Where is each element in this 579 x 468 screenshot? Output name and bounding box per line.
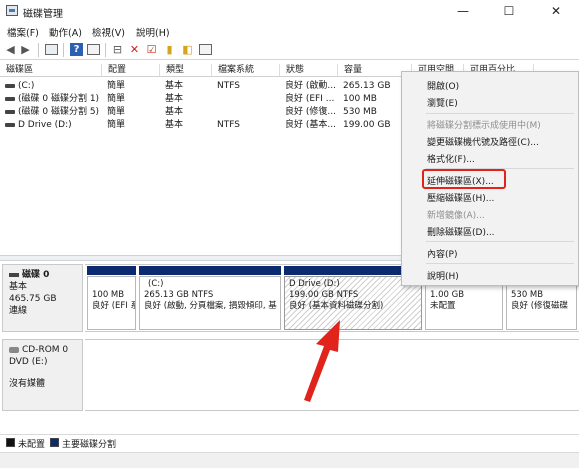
menu-bar	[0, 22, 579, 40]
menu-action[interactable]: 動作(A)	[49, 25, 82, 39]
column-header-filesystem[interactable]: 檔案系統	[212, 64, 280, 77]
status-bar	[0, 452, 579, 468]
extend-volume-highlight	[422, 169, 506, 189]
toolbar-divider	[38, 43, 39, 57]
table-cell: NTFS	[217, 120, 240, 130]
disk-management-app-icon	[6, 5, 18, 16]
help-icon[interactable]: ?	[70, 43, 83, 56]
search-folder-icon[interactable]: ◧	[181, 43, 194, 56]
table-cell: 簡單	[107, 94, 126, 104]
column-header-type[interactable]: 類型	[160, 64, 212, 77]
menu-separator	[426, 263, 574, 264]
forward-arrow-icon[interactable]: ▶	[19, 43, 32, 56]
partition-efi[interactable]: 100 MB 良好 (EFI 系	[87, 276, 136, 330]
delete-icon[interactable]: ✕	[128, 43, 141, 56]
table-cell: 265.13 GB	[343, 81, 391, 91]
new-folder-icon[interactable]: ▮	[163, 43, 176, 56]
disk-0-name: 磁碟 0	[9, 269, 82, 281]
toolbar-divider	[63, 43, 64, 57]
drive-icon	[5, 83, 15, 88]
menu-item-mark-active: 將磁碟分割標示成使用中(M)	[427, 121, 541, 131]
cdrom-0-name: CD-ROM 0	[9, 344, 82, 356]
menu-item-delete-volume[interactable]: 刪除磁碟區(D)...	[427, 225, 495, 238]
table-cell: 良好 (EFI ...	[285, 94, 335, 104]
close-button[interactable]: ✕	[533, 0, 579, 22]
partition-c-drive[interactable]: (C:) 265.13 GB NTFS 良好 (啟動, 分頁檔案, 損毀傾印, …	[139, 276, 281, 330]
table-cell: 良好 (基本...	[285, 120, 336, 130]
table-cell: 簡單	[107, 81, 126, 91]
legend-unallocated-label: 未配置	[18, 440, 46, 450]
table-cell: 良好 (啟動...	[285, 81, 336, 91]
table-cell: 基本	[165, 94, 184, 104]
menu-item-format[interactable]: 格式化(F)...	[427, 152, 475, 165]
annotation-arrow-icon	[304, 320, 340, 402]
disk-0-status: 連線	[9, 306, 28, 316]
disk-icon	[9, 272, 19, 277]
drive-icon	[5, 122, 15, 127]
menu-view[interactable]: 檢視(V)	[92, 25, 125, 39]
menu-item-shrink-volume[interactable]: 壓縮磁碟區(H)...	[427, 191, 494, 204]
maximize-button[interactable]: ☐	[486, 0, 532, 22]
table-cell: 基本	[165, 120, 184, 130]
menu-file[interactable]: 檔案(F)	[7, 25, 39, 39]
table-cell: 530 MB	[343, 107, 377, 117]
table-row-selected[interactable]: D Drive (D:)	[5, 119, 102, 132]
table-cell: 簡單	[107, 107, 126, 117]
column-header-volume[interactable]: 磁碟區	[0, 64, 102, 77]
arrow-shape	[304, 320, 340, 402]
cdrom-0-label[interactable]: CD-ROM 0 DVD (E:) 沒有媒體	[2, 339, 83, 411]
cdrom-0-status: 沒有媒體	[9, 379, 46, 389]
menu-item-add-mirror: 新增鏡像(A)...	[427, 211, 485, 221]
table-cell: 100 MB	[343, 94, 377, 104]
table-cell: 良好 (修復...	[285, 107, 336, 117]
menu-item-properties[interactable]: 內容(P)	[427, 247, 457, 260]
checklist-icon[interactable]: ☑	[145, 43, 158, 56]
table-cell: 199.00 GB	[343, 120, 391, 130]
table-row[interactable]: (磁碟 0 磁碟分割 1)	[5, 93, 102, 106]
menu-item-open[interactable]: 開啟(O)	[427, 79, 459, 92]
console-tree-icon[interactable]	[45, 44, 58, 55]
legend-primary-label: 主要磁碟分割	[62, 440, 117, 450]
list-view-icon[interactable]	[199, 44, 212, 55]
cdrom-icon	[9, 346, 19, 353]
menu-item-change-drive-letter[interactable]: 變更磁碟機代號及路徑(C)...	[427, 135, 539, 148]
menu-item-help[interactable]: 說明(H)	[427, 269, 459, 282]
toolbar-divider	[105, 43, 106, 57]
table-cell: NTFS	[217, 81, 240, 91]
menu-separator	[426, 113, 574, 114]
minimize-button[interactable]: —	[440, 0, 486, 22]
menu-item-explore[interactable]: 瀏覽(E)	[427, 96, 458, 109]
disk-0-label[interactable]: 磁碟 0 基本 465.75 GB 連線	[2, 264, 83, 332]
legend-unallocated-swatch	[6, 438, 15, 447]
disk-0-size: 465.75 GB	[9, 294, 57, 304]
legend-primary-swatch	[50, 438, 59, 447]
table-row[interactable]: (磁碟 0 磁碟分割 5)	[5, 106, 102, 119]
partition-color-bar	[139, 266, 281, 275]
disk-0-type: 基本	[9, 282, 28, 292]
back-arrow-icon[interactable]: ◀	[4, 43, 17, 56]
drive-icon	[5, 109, 15, 114]
properties-icon[interactable]	[87, 44, 100, 55]
window-title: 磁碟管理	[23, 9, 63, 20]
column-header-layout[interactable]: 配置	[102, 64, 160, 77]
menu-help[interactable]: 說明(H)	[136, 25, 170, 39]
table-cell: 基本	[165, 81, 184, 91]
cdrom-0-type: DVD (E:)	[9, 357, 48, 367]
table-cell: 簡單	[107, 120, 126, 130]
menu-separator	[426, 241, 574, 242]
column-header-status[interactable]: 狀態	[280, 64, 338, 77]
connect-drive-icon[interactable]: ⊟	[111, 43, 124, 56]
table-cell: 基本	[165, 107, 184, 117]
table-row[interactable]: (C:)	[5, 80, 102, 93]
partition-color-bar	[87, 266, 136, 275]
drive-icon	[5, 96, 15, 101]
